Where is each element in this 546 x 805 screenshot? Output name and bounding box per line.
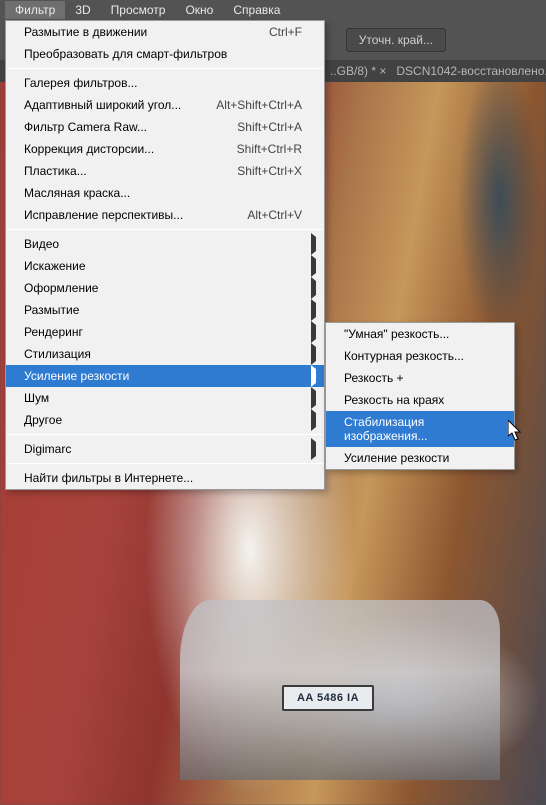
menu-item[interactable]: Размытие в движении Ctrl+F — [6, 21, 324, 43]
menu-item-label: Масляная краска... — [24, 186, 130, 200]
menu-item-shortcut: Alt+Ctrl+V — [247, 208, 302, 222]
menu-separator — [7, 68, 323, 69]
menu-item[interactable]: Найти фильтры в Интернете... — [6, 467, 324, 489]
menu-item[interactable]: Оформление — [6, 277, 324, 299]
menu-item-label: Искажение — [24, 259, 86, 273]
chevron-right-icon — [311, 259, 316, 273]
menu-item[interactable]: Digimarc — [6, 438, 324, 460]
menu-item-label: Фильтр Camera Raw... — [24, 120, 147, 134]
chevron-right-icon — [311, 325, 316, 339]
menu-item[interactable]: Стилизация — [6, 343, 324, 365]
menubar-item-фильтр[interactable]: Фильтр — [5, 1, 65, 19]
menu-item-label: Видео — [24, 237, 59, 251]
chevron-right-icon — [311, 281, 316, 295]
menu-item[interactable]: Искажение — [6, 255, 324, 277]
menu-item-label: Галерея фильтров... — [24, 76, 137, 90]
menu-item-label: Контурная резкость... — [344, 349, 464, 363]
chevron-right-icon — [311, 347, 316, 361]
menu-item-label: Стабилизация изображения... — [344, 415, 496, 443]
menu-item[interactable]: Усиление резкости — [326, 447, 514, 469]
refine-edge-button[interactable]: Уточн. край... — [346, 28, 446, 52]
menu-item-label: Исправление перспективы... — [24, 208, 183, 222]
menu-item-label: Усиление резкости — [344, 451, 449, 465]
menu-item-label: Стилизация — [24, 347, 91, 361]
menubar-item-3d[interactable]: 3D — [65, 1, 100, 19]
menu-item-label: Другое — [24, 413, 62, 427]
menu-item-label: "Умная" резкость... — [344, 327, 449, 341]
menubar-item-просмотр[interactable]: Просмотр — [101, 1, 176, 19]
menu-item[interactable]: Шум — [6, 387, 324, 409]
menu-item-label: Оформление — [24, 281, 98, 295]
menu-item[interactable]: Пластика... Shift+Ctrl+X — [6, 160, 324, 182]
tab-other[interactable]: DSCN1042-восстановлено.. — [396, 64, 546, 78]
chevron-right-icon — [311, 369, 316, 383]
menu-item-label: Размытие — [24, 303, 79, 317]
menu-item[interactable]: Коррекция дисторсии... Shift+Ctrl+R — [6, 138, 324, 160]
menu-item[interactable]: Резкость + — [326, 367, 514, 389]
menu-item-shortcut: Alt+Shift+Ctrl+A — [216, 98, 302, 112]
menu-separator — [7, 463, 323, 464]
license-plate: AA 5486 IA — [282, 685, 374, 711]
menu-item[interactable]: Масляная краска... — [6, 182, 324, 204]
menubar-item-окно[interactable]: Окно — [175, 1, 223, 19]
menu-item-label: Шум — [24, 391, 49, 405]
sharpen-submenu: "Умная" резкость... Контурная резкость...… — [325, 322, 515, 470]
chevron-right-icon — [311, 237, 316, 251]
menu-item-label: Коррекция дисторсии... — [24, 142, 154, 156]
menubar: Фильтр3DПросмотрОкноСправка — [0, 0, 546, 20]
menu-item-label: Рендеринг — [24, 325, 83, 339]
chevron-right-icon — [311, 442, 316, 456]
menu-item[interactable]: Другое — [6, 409, 324, 431]
menu-item-label: Найти фильтры в Интернете... — [24, 471, 193, 485]
menu-item[interactable]: Видео — [6, 233, 324, 255]
menu-item[interactable]: Контурная резкость... — [326, 345, 514, 367]
menu-item[interactable]: Исправление перспективы... Alt+Ctrl+V — [6, 204, 324, 226]
menu-item[interactable]: Адаптивный широкий угол... Alt+Shift+Ctrl… — [6, 94, 324, 116]
menu-item-label: Digimarc — [24, 442, 71, 456]
menu-item-label: Резкость на краях — [344, 393, 444, 407]
menu-item[interactable]: Рендеринг — [6, 321, 324, 343]
menu-separator — [7, 434, 323, 435]
filter-menu: Размытие в движении Ctrl+F Преобразовать д… — [5, 20, 325, 490]
menu-item-label: Преобразовать для смарт-фильтров — [24, 47, 227, 61]
menu-item[interactable]: Усиление резкости — [6, 365, 324, 387]
chevron-right-icon — [311, 391, 316, 405]
menu-item[interactable]: Фильтр Camera Raw... Shift+Ctrl+A — [6, 116, 324, 138]
menu-item[interactable]: Резкость на краях — [326, 389, 514, 411]
menu-item-label: Усиление резкости — [24, 369, 129, 383]
menu-item-label: Пластика... — [24, 164, 87, 178]
menu-item-label: Резкость + — [344, 371, 404, 385]
menu-item-shortcut: Ctrl+F — [269, 25, 302, 39]
menu-item-shortcut: Shift+Ctrl+R — [237, 142, 302, 156]
menu-item-label: Адаптивный широкий угол... — [24, 98, 181, 112]
menu-item-label: Размытие в движении — [24, 25, 147, 39]
menu-item[interactable]: Преобразовать для смарт-фильтров — [6, 43, 324, 65]
menubar-item-справка[interactable]: Справка — [223, 1, 290, 19]
menu-item[interactable]: Стабилизация изображения... — [326, 411, 514, 447]
chevron-right-icon — [311, 413, 316, 427]
menu-item[interactable]: Галерея фильтров... — [6, 72, 324, 94]
menu-item-shortcut: Shift+Ctrl+A — [237, 120, 302, 134]
menu-item-shortcut: Shift+Ctrl+X — [237, 164, 302, 178]
menu-item[interactable]: "Умная" резкость... — [326, 323, 514, 345]
menu-item[interactable]: Размытие — [6, 299, 324, 321]
menu-separator — [7, 229, 323, 230]
chevron-right-icon — [311, 303, 316, 317]
tab-current[interactable]: ..GB/8) * × — [330, 64, 386, 78]
